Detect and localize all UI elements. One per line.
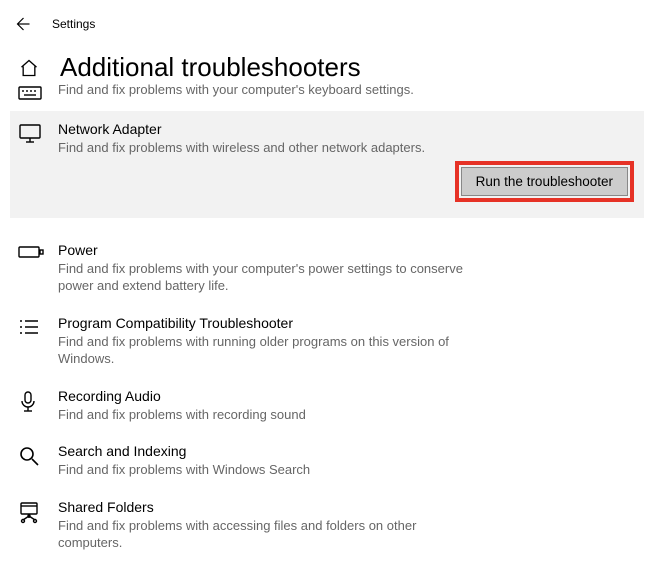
item-desc: Find and fix problems with recording sou… — [58, 406, 478, 424]
troubleshooter-item-search-indexing[interactable]: Search and Indexing Find and fix problem… — [10, 433, 644, 489]
item-title: Network Adapter — [58, 121, 634, 137]
item-title: Power — [58, 242, 634, 258]
item-desc: Find and fix problems with running older… — [58, 333, 478, 368]
troubleshooter-item-program-compatibility[interactable]: Program Compatibility Troubleshooter Fin… — [10, 305, 644, 378]
item-title: Shared Folders — [58, 499, 634, 515]
window-header: Settings — [0, 0, 654, 44]
item-desc: Find and fix problems with accessing fil… — [58, 517, 478, 552]
troubleshooter-list: Find and fix problems with your computer… — [0, 81, 654, 572]
item-title: Program Compatibility Troubleshooter — [58, 315, 634, 331]
list-icon — [18, 315, 58, 337]
troubleshooter-item-keyboard[interactable]: Find and fix problems with your computer… — [10, 81, 644, 111]
folder-network-icon — [18, 499, 58, 525]
item-desc: Find and fix problems with Windows Searc… — [58, 461, 478, 479]
search-icon — [18, 443, 58, 467]
window-title: Settings — [52, 17, 95, 31]
troubleshooter-item-network-adapter-selected: Network Adapter Find and fix problems wi… — [10, 111, 644, 218]
back-button[interactable] — [10, 12, 34, 36]
item-desc: Find and fix problems with wireless and … — [58, 139, 478, 157]
item-title: Search and Indexing — [58, 443, 634, 459]
troubleshooter-item-recording-audio[interactable]: Recording Audio Find and fix problems wi… — [10, 378, 644, 434]
troubleshooter-item-network-adapter[interactable]: Network Adapter Find and fix problems wi… — [10, 111, 644, 167]
page-title: Additional troubleshooters — [60, 52, 361, 83]
item-desc: Find and fix problems with your computer… — [58, 81, 478, 99]
run-troubleshooter-button[interactable]: Run the troubleshooter — [461, 167, 628, 196]
item-desc: Find and fix problems with your computer… — [58, 260, 478, 295]
microphone-icon — [18, 388, 58, 414]
run-button-highlight: Run the troubleshooter — [455, 161, 634, 202]
monitor-icon — [18, 121, 58, 145]
battery-icon — [18, 242, 58, 260]
item-title: Recording Audio — [58, 388, 634, 404]
keyboard-icon — [18, 81, 58, 101]
troubleshooter-item-power[interactable]: Power Find and fix problems with your co… — [10, 232, 644, 305]
troubleshooter-item-shared-folders[interactable]: Shared Folders Find and fix problems wit… — [10, 489, 644, 562]
home-icon — [18, 57, 40, 79]
